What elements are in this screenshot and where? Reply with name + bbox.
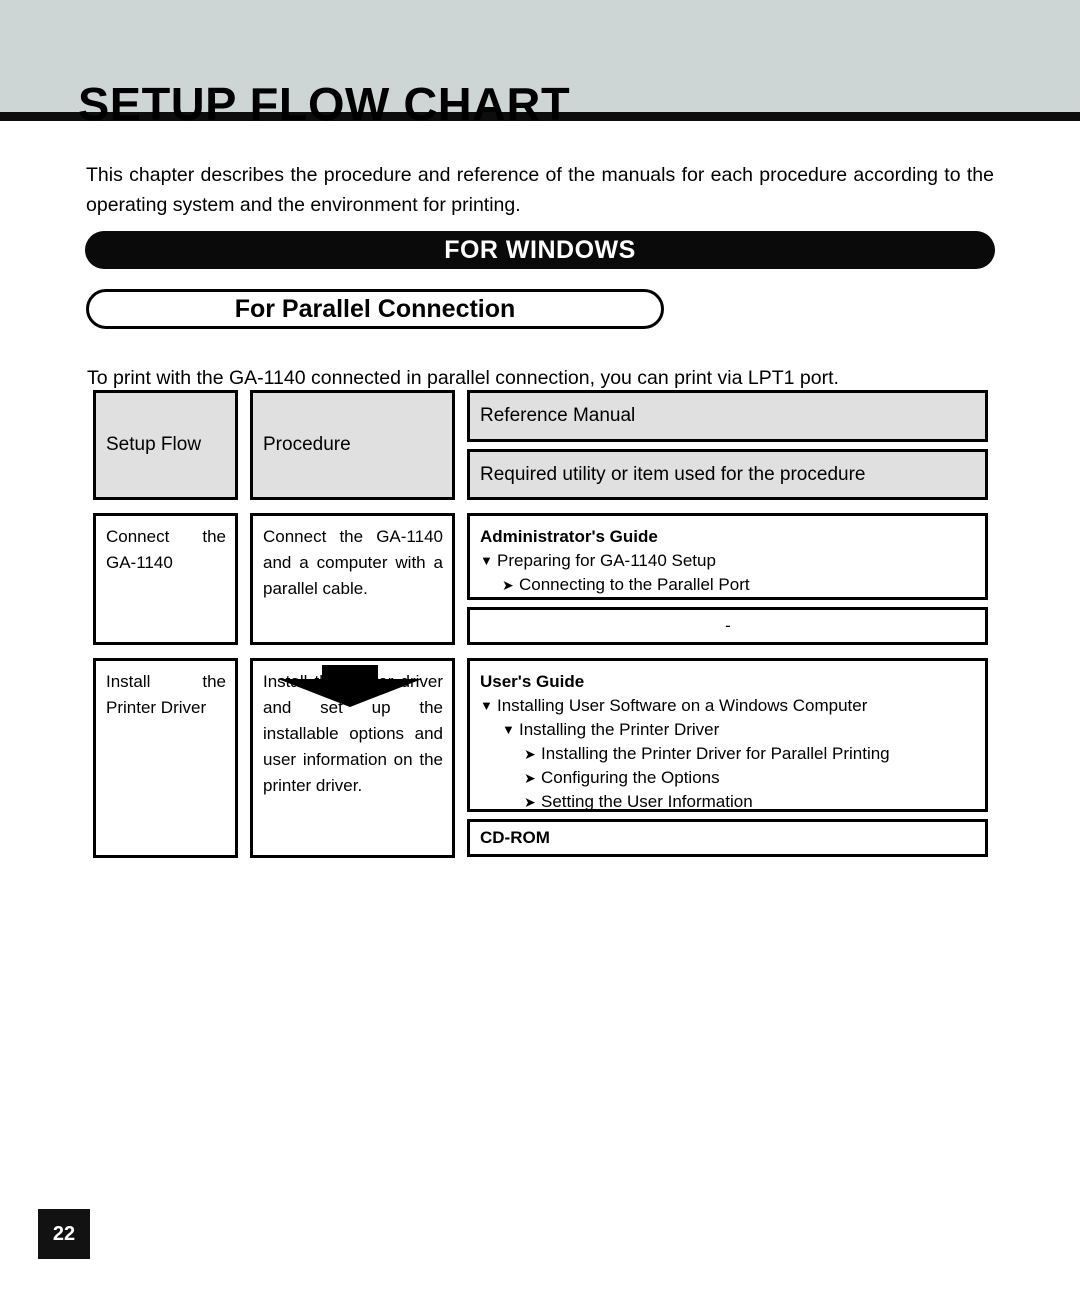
table-cell-setup-flow: Install the Printer Driver bbox=[93, 658, 238, 858]
table-header-label-procedure: Procedure bbox=[263, 434, 351, 455]
reference-list-item: ➤ Configuring the Options bbox=[524, 766, 976, 790]
table-header-cell-required-utility: Required utility or item used for the pr… bbox=[467, 449, 988, 500]
table-cell-text-procedure: Connect the GA-1140 and a computer with … bbox=[263, 527, 443, 598]
reference-list-item: ➤ Connecting to the Parallel Port bbox=[502, 573, 976, 597]
reference-list-item: ▼ Installing the Printer Driver bbox=[502, 718, 976, 742]
table-cell-setup-flow: Connect the GA-1140 bbox=[93, 513, 238, 645]
subsection-pill-label: For Parallel Connection bbox=[234, 294, 516, 323]
reference-list-item-label: Installing the Printer Driver bbox=[519, 720, 720, 739]
table-cell-procedure: Connect the GA-1140 and a computer with … bbox=[250, 513, 455, 645]
table-cell-text-setup-flow: Install the Printer Driver bbox=[106, 672, 226, 717]
page-number-label: 22 bbox=[52, 1222, 76, 1245]
reference-guide-title: Administrator's Guide bbox=[480, 527, 658, 546]
section-banner-for-windows: FOR WINDOWS bbox=[85, 231, 995, 269]
table-cell-required-utility: CD-ROM bbox=[467, 819, 988, 857]
table-row-col-setup-flow: Connect the GA-1140 bbox=[93, 513, 238, 645]
triangle-down-icon: ▼ bbox=[480, 553, 493, 568]
table-row: Connect the GA-1140 Connect the GA-1140 … bbox=[93, 513, 988, 645]
table-header-label-setup-flow: Setup Flow bbox=[106, 434, 202, 455]
reference-list-item: ▼ Installing User Software on a Windows C… bbox=[480, 694, 976, 718]
table-row-col-procedure: Connect the GA-1140 and a computer with … bbox=[250, 513, 455, 645]
table-cell-text-required-utility: - bbox=[725, 616, 731, 635]
reference-list-item-label: Preparing for GA-1140 Setup bbox=[497, 551, 716, 570]
arrow-right-icon: ➤ bbox=[524, 746, 536, 762]
table-cell-required-utility: - bbox=[467, 607, 988, 645]
arrow-right-icon: ➤ bbox=[502, 577, 514, 593]
page-number-badge: 22 bbox=[38, 1209, 90, 1259]
table-row-col-reference: User's Guide ▼ Installing User Software o… bbox=[467, 658, 988, 858]
reference-list-item-label: Configuring the Options bbox=[541, 768, 720, 787]
table-header-cell-procedure: Procedure bbox=[250, 390, 455, 500]
reference-list-item-label: Installing the Printer Driver for Parall… bbox=[541, 744, 890, 763]
table-header-cell-setup-flow: Setup Flow bbox=[93, 390, 238, 500]
table-header-label-reference-manual: Reference Manual bbox=[480, 405, 636, 426]
subsection-pill-for-parallel-connection: For Parallel Connection bbox=[86, 289, 664, 329]
table-header-col-procedure: Procedure bbox=[250, 390, 455, 500]
table-cell-text-required-utility: CD-ROM bbox=[480, 828, 550, 847]
page-title: SETUP FLOW CHART bbox=[78, 77, 571, 130]
section-lead-in-text: To print with the GA-1140 connected in p… bbox=[87, 366, 839, 389]
reference-list-item: ▼ Preparing for GA-1140 Setup bbox=[480, 549, 976, 573]
table-cell-text-setup-flow: Connect the GA-1140 bbox=[106, 527, 226, 572]
table-cell-reference-manual: Administrator's Guide ▼ Preparing for GA-… bbox=[467, 513, 988, 600]
reference-list-item-label: Setting the User Information bbox=[541, 792, 753, 811]
table-header-col-setup-flow: Setup Flow bbox=[93, 390, 238, 500]
table-header-row: Setup Flow Procedure Reference Manual Re… bbox=[93, 390, 988, 500]
table-row: Install the Printer Driver Install the p… bbox=[93, 658, 988, 858]
table-row-col-setup-flow: Install the Printer Driver bbox=[93, 658, 238, 858]
reference-list-item-label: Installing User Software on a Windows Co… bbox=[497, 696, 868, 715]
triangle-down-icon: ▼ bbox=[480, 698, 493, 713]
table-header-cell-reference-manual: Reference Manual bbox=[467, 390, 988, 442]
section-banner-label: FOR WINDOWS bbox=[444, 235, 636, 264]
chapter-intro-paragraph: This chapter describes the procedure and… bbox=[86, 163, 994, 216]
arrow-right-icon: ➤ bbox=[524, 794, 536, 810]
table-header-col-reference: Reference Manual Required utility or ite… bbox=[467, 390, 988, 500]
setup-flow-table: Setup Flow Procedure Reference Manual Re… bbox=[93, 390, 988, 858]
table-cell-reference-manual: User's Guide ▼ Installing User Software o… bbox=[467, 658, 988, 812]
arrow-down-block-icon bbox=[278, 665, 422, 707]
reference-list-item: ➤ Setting the User Information bbox=[524, 790, 976, 814]
reference-list-item-label: Connecting to the Parallel Port bbox=[519, 575, 750, 594]
reference-guide-title: User's Guide bbox=[480, 672, 585, 691]
triangle-down-icon: ▼ bbox=[502, 722, 515, 737]
table-header-label-required-utility: Required utility or item used for the pr… bbox=[480, 463, 866, 485]
reference-list-item: ➤ Installing the Printer Driver for Paral… bbox=[524, 742, 976, 766]
arrow-right-icon: ➤ bbox=[524, 770, 536, 786]
table-row-col-reference: Administrator's Guide ▼ Preparing for GA-… bbox=[467, 513, 988, 645]
